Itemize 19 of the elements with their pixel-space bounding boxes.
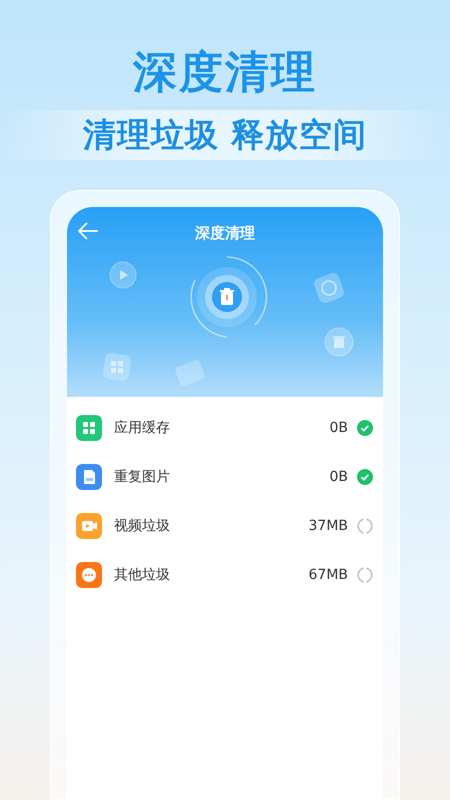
play-icon — [109, 261, 137, 289]
category-name: 视频垃圾 — [114, 516, 171, 534]
junk-size: 0B — [329, 420, 348, 436]
trash-icon — [324, 327, 354, 357]
screen-title: 深度清理 — [195, 224, 255, 243]
category-name: 应用缓存 — [114, 418, 171, 436]
headline: 深度清理 — [133, 46, 317, 100]
junk-size: 37MB — [308, 518, 348, 534]
grid-icon — [102, 352, 132, 382]
spinner-icon — [357, 518, 373, 534]
check-icon — [357, 468, 373, 484]
junk-size: 67MB — [308, 566, 348, 582]
subtitle: 清理垃圾 释放空间 — [82, 114, 368, 156]
back-icon[interactable] — [77, 221, 99, 241]
junk-size: 0B — [329, 468, 348, 484]
check-icon — [357, 420, 373, 436]
spinner-icon — [357, 566, 373, 582]
category-name: 重复图片 — [114, 468, 171, 486]
category-name: 其他垃圾 — [114, 566, 171, 584]
